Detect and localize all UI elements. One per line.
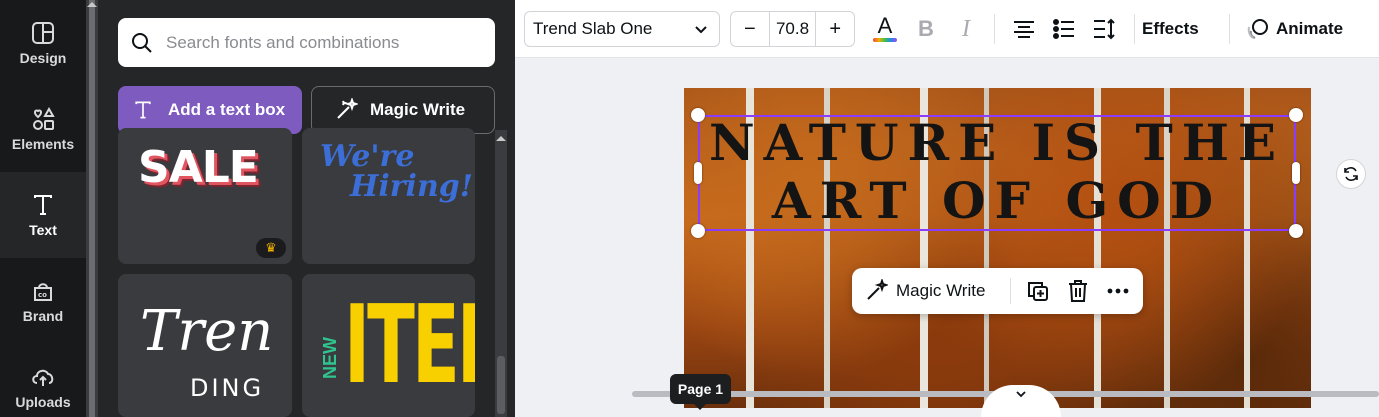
more-options-button[interactable]: [1103, 276, 1133, 306]
font-family-select[interactable]: Trend Slab One: [524, 11, 720, 47]
trending-top: Tren: [140, 299, 274, 364]
color-rainbow-bar: [873, 38, 897, 42]
resize-handle-bottom-right[interactable]: [1289, 224, 1303, 238]
design-icon: [32, 22, 54, 44]
rail-item-text[interactable]: Text: [0, 172, 86, 258]
text-icon: [34, 195, 52, 215]
resize-handle-bottom-left[interactable]: [691, 224, 705, 238]
sale-preview: SALE: [138, 142, 259, 193]
context-menu: Magic Write: [852, 268, 1143, 314]
panel-scrollbar-left[interactable]: [86, 0, 98, 417]
context-magic-write-button[interactable]: Magic Write: [852, 279, 1010, 303]
selection-box[interactable]: [698, 115, 1296, 231]
rail-item-design[interactable]: Design: [0, 0, 86, 86]
svg-text:co: co: [38, 291, 47, 299]
scroll-up-arrow-icon[interactable]: [87, 2, 97, 7]
rail-label-uploads: Uploads: [15, 394, 71, 410]
search-input[interactable]: [166, 32, 466, 53]
rail-item-elements[interactable]: Elements: [0, 86, 86, 172]
brand-icon: co: [34, 283, 52, 301]
align-center-icon: [1014, 21, 1034, 38]
animate-button[interactable]: Animate: [1246, 14, 1343, 44]
rotate-refresh-button[interactable]: [1336, 159, 1366, 189]
text-style-sale[interactable]: SALE ♛: [118, 128, 292, 264]
trash-icon: [1069, 280, 1087, 302]
bold-button[interactable]: B: [911, 14, 941, 44]
font-search[interactable]: [118, 18, 495, 67]
refresh-icon: [1344, 167, 1358, 181]
panel-scrollbar[interactable]: [495, 130, 507, 417]
duplicate-button[interactable]: [1023, 276, 1053, 306]
toolbar-divider: [1134, 14, 1135, 44]
rail-item-brand[interactable]: co Brand: [0, 258, 86, 344]
resize-handle-top-left[interactable]: [691, 108, 705, 122]
canvas-area: NATURE IS THE ART OF GOD Magic Write Pag…: [515, 59, 1379, 417]
toolbar-divider: [994, 14, 995, 44]
new-label: NEW: [320, 337, 340, 379]
add-text-box-button[interactable]: Add a text box: [118, 86, 302, 134]
scrollbar-thumb[interactable]: [497, 356, 505, 414]
rail-item-uploads[interactable]: Uploads: [0, 344, 86, 417]
resize-handle-top-right[interactable]: [1289, 108, 1303, 122]
uploads-icon: [32, 369, 54, 386]
magic-wand-icon: [337, 98, 358, 119]
text-color-icon: A: [877, 13, 893, 38]
context-divider: [1010, 278, 1011, 304]
magic-write-button[interactable]: Magic Write: [311, 86, 495, 134]
italic-button[interactable]: I: [951, 14, 981, 44]
text-style-trending[interactable]: Tren DING: [118, 274, 292, 417]
trending-bottom: DING: [190, 374, 265, 402]
delete-button[interactable]: [1063, 276, 1093, 306]
premium-crown-icon: ♛: [256, 238, 286, 258]
text-color-button[interactable]: A: [870, 14, 900, 44]
text-align-button[interactable]: [1009, 14, 1039, 44]
decrease-font-size-button[interactable]: −: [731, 12, 769, 46]
toolbar-divider: [1229, 14, 1230, 44]
scrollbar-thumb[interactable]: [89, 0, 95, 417]
magic-wand-icon: [867, 279, 888, 300]
resize-handle-right[interactable]: [1292, 162, 1300, 184]
text-style-new-item[interactable]: NEW ITEM: [302, 274, 475, 417]
item-label: ITEM: [344, 283, 475, 408]
animate-label: Animate: [1276, 19, 1344, 38]
page-label-tooltip: Page 1: [670, 374, 731, 410]
duplicate-icon: [1028, 282, 1048, 301]
text-style-hiring[interactable]: We're Hiring!: [302, 128, 475, 264]
hiring-preview: We're Hiring!: [320, 142, 473, 202]
font-size-stepper: − 70.8 +: [730, 11, 855, 47]
hiring-line2: Hiring!: [350, 169, 473, 204]
add-text-box-label: Add a text box: [168, 100, 286, 119]
more-horizontal-icon: [1107, 288, 1129, 294]
rail-label-design: Design: [19, 50, 67, 66]
search-icon: [132, 32, 152, 53]
rail-label-elements: Elements: [11, 136, 75, 152]
list-button[interactable]: [1049, 14, 1079, 44]
rail-label-brand: Brand: [22, 308, 64, 324]
font-size-input[interactable]: 70.8: [768, 12, 817, 46]
effects-button[interactable]: Effects: [1142, 14, 1199, 44]
animate-icon: [1247, 19, 1268, 39]
elements-icon: [33, 106, 55, 130]
increase-font-size-button[interactable]: +: [816, 12, 854, 46]
line-spacing-icon: [1094, 18, 1115, 40]
canva-editor: Design Elements Text co Brand Uploads Se…: [0, 0, 1379, 417]
rail-label-text: Text: [29, 222, 57, 238]
font-family-value: Trend Slab One: [533, 19, 653, 38]
text-panel: Add a text box Magic Write SALE ♛ We're …: [98, 0, 515, 417]
spacing-button[interactable]: [1089, 14, 1119, 44]
bullet-list-icon: [1053, 19, 1074, 39]
chevron-down-icon: [1016, 391, 1026, 398]
scroll-up-arrow-icon[interactable]: [496, 136, 506, 141]
resize-handle-left[interactable]: [694, 162, 702, 184]
context-magic-write-label: Magic Write: [896, 281, 986, 300]
text-icon: [135, 101, 151, 119]
magic-write-label: Magic Write: [370, 100, 466, 119]
chevron-down-icon: [693, 21, 709, 40]
editor-toolbar: Trend Slab One − 70.8 + A B I Effects An…: [515, 0, 1379, 58]
side-rail: Design Elements Text co Brand Uploads: [0, 0, 86, 417]
